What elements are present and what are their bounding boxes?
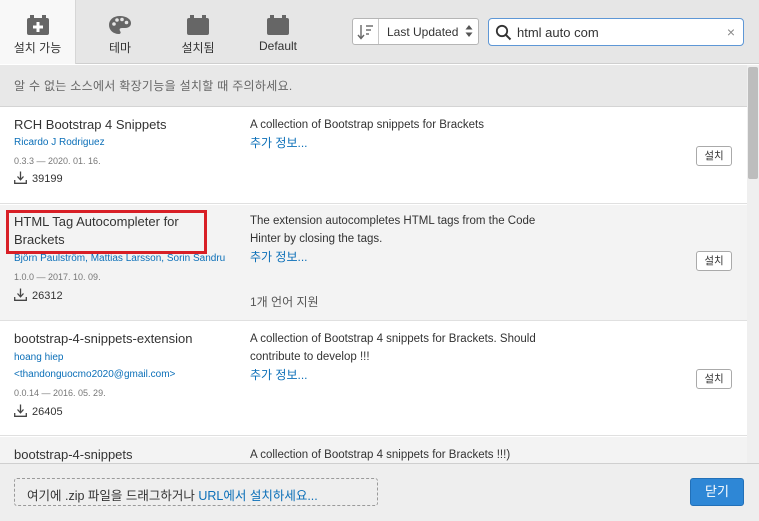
warning-text: 알 수 없는 소스에서 확장기능을 설치할 때 주의하세요. — [14, 79, 293, 93]
download-count: 26312 — [14, 288, 63, 302]
extension-version-date: 0.0.14 — 2016. 05. 29. — [14, 388, 106, 398]
search-box: × — [488, 18, 744, 46]
extension-description-line2: Hinter by closing the tags. — [250, 233, 383, 245]
download-icon — [14, 288, 27, 301]
updown-arrow-icon — [465, 25, 473, 37]
plugin-installed-icon — [187, 15, 209, 35]
download-count-value: 26405 — [32, 406, 63, 418]
download-count-value: 26312 — [32, 290, 63, 302]
list-item: RCH Bootstrap 4 Snippets Ricardo J Rodri… — [0, 107, 747, 204]
more-info-link[interactable]: 추가 정보... — [250, 248, 308, 265]
more-info-link[interactable]: 추가 정보... — [250, 134, 308, 151]
install-from-url-link[interactable]: URL에서 설치하세요... — [198, 489, 317, 503]
extension-author[interactable]: Ricardo J Rodriguez — [14, 135, 105, 151]
plugin-add-icon — [26, 15, 49, 35]
scrollbar-thumb[interactable] — [748, 67, 758, 179]
sort-order-icon — [357, 25, 373, 40]
extension-name: RCH Bootstrap 4 Snippets — [14, 117, 167, 132]
extension-author-email[interactable]: <thandonguocmo2020@gmail.com> — [14, 367, 175, 383]
more-info-link[interactable]: 추가 정보... — [250, 366, 308, 383]
install-button[interactable]: 설치 — [696, 251, 732, 271]
extension-description: The extension autocompletes HTML tags fr… — [250, 215, 536, 227]
sort-order-button[interactable] — [353, 19, 379, 44]
install-button[interactable]: 설치 — [696, 146, 732, 166]
language-support: 1개 언어 지원 — [250, 295, 319, 309]
tab-themes-label: 테마 — [108, 41, 132, 55]
tab-available[interactable]: 설치 가능 — [0, 0, 76, 64]
dialog-footer: 여기에 .zip 파일을 드래그하거나 URL에서 설치하세요... 닫기 — [0, 463, 759, 521]
download-icon — [14, 171, 27, 184]
search-icon — [495, 24, 512, 41]
tab-available-label: 설치 가능 — [13, 41, 62, 55]
list-item: bootstrap-4-snippets A collection of Boo… — [0, 437, 747, 463]
extension-author[interactable]: hoang hiep — [14, 350, 64, 366]
plugin-default-icon — [267, 15, 289, 35]
download-count: 26405 — [14, 404, 63, 418]
palette-icon — [109, 16, 131, 34]
tab-installed[interactable]: 설치됨 — [160, 0, 236, 64]
drop-zone-prefix: 여기에 .zip 파일을 드래그하거나 — [27, 489, 199, 503]
tab-installed-label: 설치됨 — [181, 41, 215, 55]
extension-name: bootstrap-4-snippets-extension — [14, 331, 193, 346]
warning-banner: 알 수 없는 소스에서 확장기능을 설치할 때 주의하세요. — [0, 65, 747, 107]
extension-version-date: 1.0.0 — 2017. 10. 09. — [14, 272, 101, 282]
extension-description-line2: contribute to develop !!! — [250, 351, 370, 363]
sort-dropdown[interactable]: Last Updated — [352, 18, 479, 45]
drop-zone-text: 여기에 .zip 파일을 드래그하거나 URL에서 설치하세요... — [27, 485, 318, 504]
search-input[interactable] — [517, 23, 707, 41]
extension-description: A collection of Bootstrap 4 snippets for… — [250, 449, 511, 461]
extension-name: bootstrap-4-snippets — [14, 447, 133, 462]
download-count: 39199 — [14, 171, 63, 185]
tab-themes[interactable]: 테마 — [82, 0, 158, 64]
tab-default[interactable]: Default — [240, 0, 316, 64]
clear-search-icon[interactable]: × — [727, 24, 735, 40]
download-icon — [14, 404, 27, 417]
drop-zone[interactable]: 여기에 .zip 파일을 드래그하거나 URL에서 설치하세요... — [14, 478, 378, 506]
list-item: bootstrap-4-snippets-extension hoang hie… — [0, 322, 747, 436]
extension-version-date: 0.3.3 — 2020. 01. 16. — [14, 156, 101, 166]
extension-manager-toolbar: 설치 가능 테마 설치됨 Default Last Updated html a… — [0, 0, 759, 64]
red-highlight-box — [6, 210, 207, 254]
download-count-value: 39199 — [32, 173, 63, 185]
tab-default-label: Default — [258, 39, 298, 53]
extension-description: A collection of Bootstrap snippets for B… — [250, 119, 484, 131]
extension-list: RCH Bootstrap 4 Snippets Ricardo J Rodri… — [0, 107, 747, 463]
extension-description: A collection of Bootstrap 4 snippets for… — [250, 333, 536, 345]
install-button[interactable]: 설치 — [696, 369, 732, 389]
close-button[interactable]: 닫기 — [690, 478, 744, 506]
sort-dropdown-value: Last Updated — [387, 25, 459, 39]
